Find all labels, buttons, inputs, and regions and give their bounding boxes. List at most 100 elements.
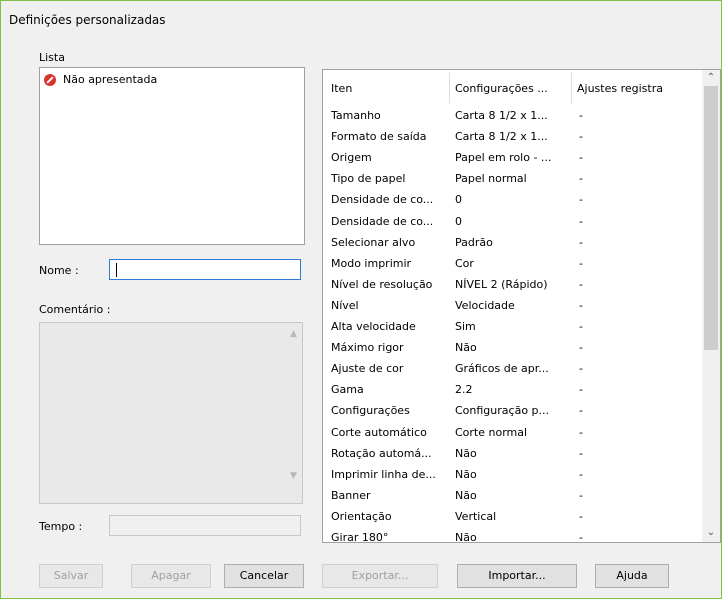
cell-setting: Não — [455, 488, 477, 502]
table-row[interactable]: Máximo rigor Não - — [323, 338, 702, 359]
table-row[interactable]: Nível Velocidade - — [323, 296, 702, 317]
list-item-label: Não apresentada — [63, 73, 158, 86]
cell-item: Tamanho — [331, 109, 381, 122]
help-button[interactable]: Ajuda — [595, 564, 669, 588]
settings-list[interactable]: Não apresentada — [39, 67, 305, 245]
cell-setting: Vertical — [455, 509, 497, 523]
scroll-down-icon[interactable]: ⌄ — [702, 527, 720, 538]
save-button[interactable]: Salvar — [39, 564, 103, 588]
cell-setting: 2.2 — [455, 383, 473, 397]
name-label: Nome : — [39, 264, 79, 277]
cell-item: Origem — [331, 151, 372, 165]
cell-setting: Não — [455, 467, 477, 481]
cell-item: Máximo rigor — [331, 341, 404, 355]
cell-item: Ajuste de cor — [331, 362, 404, 376]
cell-item: Selecionar alvo — [331, 235, 416, 249]
table-row[interactable]: Densidade de co... 0 - — [323, 212, 702, 233]
table-row[interactable]: Corte automático Corte normal - — [323, 423, 702, 444]
comment-textarea[interactable]: ▲ ▼ — [39, 322, 303, 504]
cell-item: Tipo de papel — [331, 172, 406, 186]
cell-item: Nível — [331, 298, 359, 312]
cell-registered: - — [579, 425, 583, 439]
cell-setting: Papel normal — [455, 172, 527, 186]
text-caret — [116, 263, 117, 277]
table-row[interactable]: Imprimir linha de... Não - — [323, 465, 702, 486]
table-row[interactable]: Tipo de papel Papel normal - — [323, 169, 702, 190]
table-row[interactable]: Formato de saída Carta 8 1/2 x 1... - — [323, 127, 702, 148]
table-row[interactable]: Modo imprimir Cor - — [323, 254, 702, 275]
table-row[interactable]: Tamanho Carta 8 1/2 x 1... - — [323, 106, 702, 127]
cell-setting: Não — [455, 446, 477, 460]
cell-registered: - — [579, 172, 583, 186]
cell-registered: - — [579, 130, 583, 144]
table-row[interactable]: Origem Papel em rolo - ... - — [323, 148, 702, 169]
column-header-registered[interactable]: Ajustes registra — [577, 82, 663, 95]
delete-button[interactable]: Apagar — [131, 564, 211, 588]
cell-registered: - — [579, 446, 583, 460]
scroll-up-icon: ▲ — [290, 329, 297, 339]
cell-registered: - — [579, 151, 583, 165]
settings-table[interactable]: Iten Configurações ... Ajustes registra … — [322, 69, 721, 543]
cell-item: Banner — [331, 488, 371, 502]
cell-item: Nível de resolução — [331, 277, 433, 291]
cell-registered: - — [579, 467, 583, 481]
time-field — [109, 515, 301, 536]
cell-setting: Carta 8 1/2 x 1... — [455, 130, 548, 144]
scroll-up-icon[interactable]: ⌃ — [702, 72, 720, 83]
table-row[interactable]: Ajuste de cor Gráficos de apr... - — [323, 359, 702, 380]
cell-item: Orientação — [331, 509, 392, 523]
cell-registered: - — [579, 277, 583, 291]
table-row[interactable]: Nível de resolução NÍVEL 2 (Rápido) - — [323, 275, 702, 296]
column-header-settings[interactable]: Configurações ... — [455, 82, 548, 95]
cell-registered: - — [579, 214, 583, 228]
import-button[interactable]: Importar... — [457, 564, 577, 588]
export-button[interactable]: Exportar... — [322, 564, 438, 588]
table-row[interactable]: Configurações Configuração p... - — [323, 401, 702, 422]
cell-registered: - — [579, 256, 583, 270]
cell-setting: Configuração p... — [455, 404, 550, 418]
cell-registered: - — [579, 362, 583, 376]
table-row[interactable]: Alta velocidade Sim - — [323, 317, 702, 338]
no-entry-icon — [44, 73, 56, 86]
cell-registered: - — [579, 488, 583, 502]
cell-item: Alta velocidade — [331, 320, 416, 333]
scroll-down-icon: ▼ — [290, 471, 297, 481]
cell-item: Corte automático — [331, 425, 427, 439]
cell-registered: - — [579, 320, 583, 333]
table-row[interactable]: Orientação Vertical - — [323, 507, 702, 528]
cell-setting: 0 — [455, 193, 462, 207]
table-row[interactable]: Banner Não - — [323, 486, 702, 507]
table-scrollbar[interactable]: ⌃ ⌄ — [702, 70, 720, 542]
cell-registered: - — [579, 298, 583, 312]
cell-registered: - — [579, 193, 583, 207]
table-row[interactable]: Selecionar alvo Padrão - — [323, 233, 702, 254]
cancel-button[interactable]: Cancelar — [224, 564, 304, 588]
dialog-title: Definições personalizadas — [9, 13, 166, 27]
cell-setting: Gráficos de apr... — [455, 362, 549, 376]
cell-setting: Sim — [455, 320, 476, 333]
column-header-item[interactable]: Iten — [331, 82, 352, 95]
cell-item: Densidade de co... — [331, 214, 434, 228]
cell-item: Girar 180° — [331, 531, 389, 543]
cell-setting: Papel em rolo - ... — [455, 151, 552, 165]
cell-setting: NÍVEL 2 (Rápido) — [455, 277, 548, 291]
column-divider — [571, 72, 572, 104]
cell-registered: - — [579, 383, 583, 397]
table-row[interactable]: Rotação automá... Não - — [323, 444, 702, 465]
table-row[interactable]: Densidade de co... 0 - — [323, 190, 702, 211]
list-item[interactable]: Não apresentada — [44, 73, 157, 86]
time-label: Tempo : — [39, 520, 83, 533]
cell-setting: Velocidade — [455, 298, 515, 312]
cell-registered: - — [579, 404, 583, 418]
table-row[interactable]: Gama 2.2 - — [323, 380, 702, 401]
cell-item: Configurações — [331, 404, 410, 418]
cell-setting: Cor — [455, 256, 474, 270]
cell-item: Modo imprimir — [331, 256, 412, 270]
comment-label: Comentário : — [39, 303, 111, 316]
cell-setting: Não — [455, 531, 477, 543]
table-row[interactable]: Girar 180° Não - — [323, 528, 702, 543]
cell-registered: - — [579, 341, 583, 355]
name-input[interactable] — [109, 259, 301, 280]
cell-item: Imprimir linha de... — [331, 467, 436, 481]
scrollbar-thumb[interactable] — [704, 86, 718, 350]
